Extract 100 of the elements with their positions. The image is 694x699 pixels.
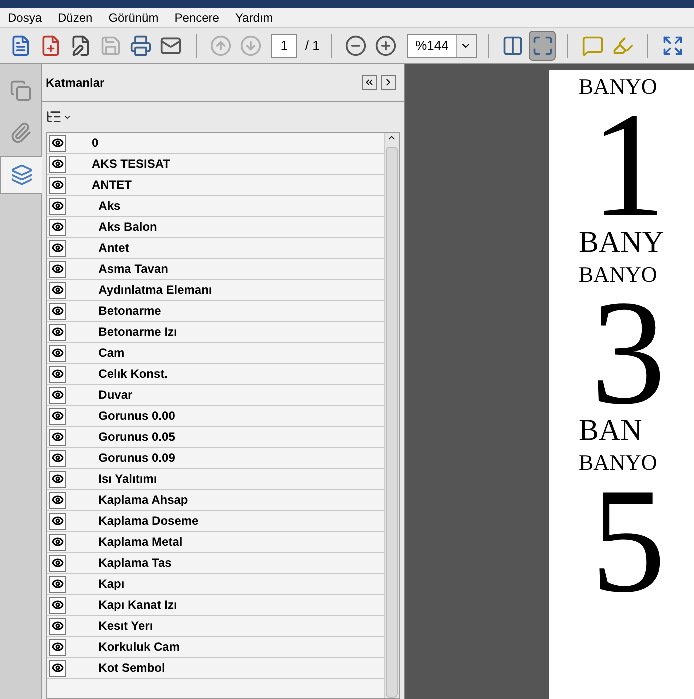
layer-row[interactable]: _Aks	[47, 196, 384, 217]
layer-name: _Isı Yalıtımı	[92, 471, 158, 488]
fit-width-icon	[502, 34, 524, 56]
layer-name: _Duvar	[92, 387, 133, 404]
visibility-toggle[interactable]	[49, 576, 66, 592]
visibility-toggle[interactable]	[49, 618, 66, 634]
layer-row[interactable]: _Kaplama Doseme	[47, 511, 384, 532]
layer-name: AKS TESISAT	[92, 156, 170, 173]
double-chevron-left-icon	[364, 77, 375, 88]
pages-icon	[10, 80, 32, 102]
visibility-toggle[interactable]	[49, 660, 66, 676]
layer-row[interactable]: 0	[47, 133, 384, 154]
scrollbar[interactable]	[384, 133, 399, 698]
visibility-toggle[interactable]	[49, 428, 66, 446]
visibility-toggle[interactable]	[49, 302, 66, 320]
layer-row[interactable]: _Kot Sembol	[47, 658, 384, 679]
layer-row[interactable]: AKS TESISAT	[47, 154, 384, 175]
visibility-toggle[interactable]	[49, 324, 66, 340]
layer-name: _Kot Sembol	[92, 660, 166, 677]
visibility-toggle[interactable]	[49, 134, 66, 152]
layer-row[interactable]: _Antet	[47, 238, 384, 259]
layer-row[interactable]: _Celık Konst.	[47, 364, 384, 385]
layer-row[interactable]: _Kesıt Yerı	[47, 616, 384, 637]
document-text: BANY	[579, 228, 664, 258]
layer-name: _Aks	[92, 198, 121, 215]
new-document-icon	[40, 34, 62, 56]
layer-name: _Kaplama Ahsap	[92, 492, 188, 509]
layer-row[interactable]: ANTET	[47, 175, 384, 196]
menu-item[interactable]: Yardım	[235, 8, 274, 26]
visibility-toggle[interactable]	[49, 492, 66, 508]
layers-icon	[11, 164, 33, 186]
visibility-toggle[interactable]	[49, 408, 66, 424]
layer-row[interactable]: _Kaplama Metal	[47, 532, 384, 553]
visibility-toggle[interactable]	[49, 218, 66, 236]
zoom-in-icon	[375, 34, 398, 56]
print-icon	[130, 34, 152, 56]
zoom-field[interactable]: %144	[406, 34, 477, 58]
layer-row[interactable]: _Cam	[47, 343, 384, 364]
layer-name: _Cam	[92, 345, 125, 362]
page-number-field[interactable]: 1	[271, 34, 298, 58]
layer-row[interactable]: _Kaplama Tas	[47, 553, 384, 574]
comment-icon	[582, 34, 604, 56]
visibility-toggle[interactable]	[49, 638, 66, 656]
visibility-toggle[interactable]	[49, 282, 66, 298]
layer-row[interactable]: _Gorunus 0.05	[47, 427, 384, 448]
layer-name: _Kapı Kanat Izı	[92, 597, 178, 614]
visibility-toggle[interactable]	[49, 240, 66, 256]
visibility-toggle[interactable]	[49, 260, 66, 278]
layer-name: _Korkuluk Cam	[92, 639, 180, 656]
layer-name: _Betonarme	[92, 303, 162, 320]
layer-row[interactable]: _Betonarme	[47, 301, 384, 322]
panel-title: Katmanlar	[46, 74, 105, 92]
layer-row[interactable]: _Asma Tavan	[47, 259, 384, 280]
menu-item[interactable]: Dosya	[8, 8, 42, 26]
highlight-icon	[612, 34, 634, 56]
visibility-toggle[interactable]	[49, 198, 66, 214]
layer-name: _Aks Balon	[92, 219, 158, 236]
layer-name: 0	[92, 135, 99, 152]
layer-row[interactable]: _Kaplama Ahsap	[47, 490, 384, 511]
layer-row[interactable]: _Aydınlatma Elemanı	[47, 280, 384, 301]
visibility-toggle[interactable]	[49, 534, 66, 550]
layer-row[interactable]: _Duvar	[47, 385, 384, 406]
menu-item[interactable]: Düzen	[58, 8, 93, 26]
layer-name: _Kaplama Metal	[92, 534, 183, 551]
layer-name: _Antet	[92, 240, 130, 257]
page-total: / 1	[305, 36, 320, 55]
layer-name: _Kaplama Doseme	[92, 513, 199, 530]
visibility-toggle[interactable]	[49, 554, 66, 572]
visibility-toggle[interactable]	[49, 176, 66, 194]
menu-item[interactable]: Görünüm	[108, 8, 159, 26]
layer-row[interactable]: _Betonarme Izı	[47, 322, 384, 343]
collapse-button[interactable]	[362, 75, 377, 90]
visibility-toggle[interactable]	[49, 156, 66, 172]
document-text: BAN	[579, 416, 642, 446]
layer-name: _Betonarme Izı	[92, 324, 178, 341]
layer-name: _Celık Konst.	[92, 366, 168, 383]
visibility-toggle[interactable]	[49, 386, 66, 404]
layer-name: _Aydınlatma Elemanı	[92, 282, 212, 299]
visibility-toggle[interactable]	[49, 470, 66, 488]
layer-row[interactable]: _Gorunus 0.09	[47, 448, 384, 469]
pen-document-icon	[70, 34, 92, 56]
layer-name: _Gorunus 0.00	[92, 408, 176, 425]
options-button[interactable]	[46, 109, 72, 125]
layer-row[interactable]: _Isı Yalıtımı	[47, 469, 384, 490]
layer-row[interactable]: _Kapı Kanat Izı	[47, 595, 384, 616]
next-button[interactable]	[381, 75, 396, 90]
visibility-toggle[interactable]	[49, 366, 66, 382]
layer-row[interactable]: _Korkuluk Cam	[47, 637, 384, 658]
layers-tab[interactable]	[0, 156, 43, 194]
layer-name: _Gorunus 0.05	[92, 429, 176, 446]
layer-row[interactable]: _Gorunus 0.00	[47, 406, 384, 427]
visibility-toggle[interactable]	[49, 450, 66, 466]
visibility-toggle[interactable]	[49, 596, 66, 614]
fit-page-button[interactable]	[529, 30, 556, 60]
visibility-toggle[interactable]	[49, 512, 66, 530]
menu-item[interactable]: Pencere	[174, 8, 220, 26]
layer-name: _Asma Tavan	[92, 261, 168, 278]
visibility-toggle[interactable]	[49, 344, 66, 362]
layer-row[interactable]: _Aks Balon	[47, 217, 384, 238]
layer-row[interactable]: _Kapı	[47, 574, 384, 595]
